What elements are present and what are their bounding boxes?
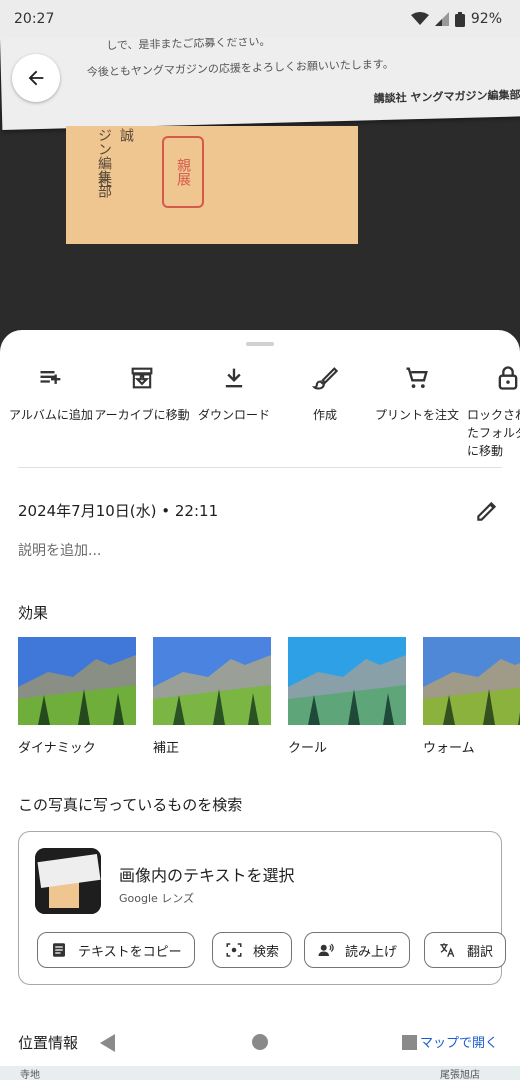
search-chip[interactable]: 検索 <box>212 932 293 968</box>
battery-icon <box>454 11 465 27</box>
lens-title: 画像内のテキストを選択 <box>119 866 295 885</box>
lock-icon <box>498 366 518 390</box>
system-nav-bar <box>0 1018 520 1066</box>
effect-thumbnail <box>153 637 271 725</box>
details-sheet: アルバムに追加 アーカイブに移動 ダウンロード 作成 プリントを注文 ロックされ… <box>0 330 520 1080</box>
move-to-locked-folder-button[interactable]: ロックされたフォルダに移動 <box>458 360 520 460</box>
description-field[interactable]: 説明を追加... <box>18 540 101 560</box>
lens-subtitle: Google レンズ <box>119 892 195 905</box>
effect-thumbnail <box>18 637 136 725</box>
status-time: 20:27 <box>14 11 55 27</box>
drag-handle[interactable] <box>246 342 274 346</box>
letter-paper: しで、是非またご応募ください。 今後ともヤングマガジンの応援をよろしくお願いいた… <box>0 38 520 130</box>
action-label: ダウンロード <box>197 408 270 422</box>
copy-text-icon <box>53 943 65 957</box>
seal-stamp: 親展 <box>162 136 204 208</box>
brush-icon <box>311 367 339 390</box>
translate-chip[interactable]: 翻訳 <box>424 932 507 968</box>
chip-label: テキストをコピー <box>78 944 182 960</box>
effect-thumbnail <box>288 637 406 725</box>
archive-button[interactable]: アーカイブに移動 <box>92 360 192 424</box>
signal-icon <box>434 12 449 26</box>
effect-dynamic[interactable]: ダイナミック <box>18 637 136 756</box>
add-to-album-button[interactable]: アルバムに追加 <box>1 360 101 424</box>
effect-cool[interactable]: クール <box>288 637 406 756</box>
wifi-icon <box>410 12 429 25</box>
effect-warm[interactable]: ウォーム <box>423 637 520 756</box>
read-aloud-icon <box>318 943 334 956</box>
action-label: アルバムに追加 <box>9 408 93 422</box>
chip-label: 検索 <box>253 944 280 960</box>
effect-label: クール <box>288 741 328 756</box>
photo-view[interactable]: しで、是非またご応募ください。 今後ともヤングマガジンの応援をよろしくお願いいた… <box>0 38 520 358</box>
effect-label: ウォーム <box>423 741 475 756</box>
map-label: 尾張旭店 <box>440 1070 480 1080</box>
effects-title: 効果 <box>18 604 49 622</box>
lens-search-icon <box>226 943 242 957</box>
status-bar: 20:27 92% <box>0 0 520 38</box>
copy-text-chip[interactable]: テキストをコピー <box>37 932 195 968</box>
action-row: アルバムに追加 アーカイブに移動 ダウンロード 作成 プリントを注文 ロックされ… <box>0 360 520 470</box>
envelope: 誠 ジン編集部 社 親展 <box>66 126 358 244</box>
action-label: プリントを注文 <box>374 408 459 422</box>
map-preview[interactable]: 寺地 尾張旭店 <box>0 1066 520 1080</box>
effect-label: ダイナミック <box>18 741 96 756</box>
back-button[interactable] <box>12 54 60 102</box>
create-button[interactable]: 作成 <box>275 360 375 424</box>
google-lens-card[interactable]: 画像内のテキストを選択 Google レンズ テキストをコピー 検索 読み上げ … <box>18 831 507 985</box>
effect-label: 補正 <box>153 741 180 756</box>
download-button[interactable]: ダウンロード <box>184 360 284 424</box>
letter-text-line: しで、是非またご応募ください。 <box>106 38 271 53</box>
action-label: アーカイブに移動 <box>94 408 190 422</box>
playlist-add-icon <box>40 371 61 384</box>
action-label: ロックされたフォルダに移動 <box>467 408 520 458</box>
status-icons: 92% <box>410 11 502 27</box>
chip-label: 読み上げ <box>345 944 398 960</box>
archive-icon <box>131 367 153 389</box>
letter-signature: 講談社 ヤングマガジン編集部 <box>373 88 520 106</box>
nav-recents-icon[interactable] <box>402 1035 417 1050</box>
action-label: 作成 <box>312 408 337 422</box>
nav-home-icon[interactable] <box>252 1034 268 1050</box>
envelope-text: 社 <box>96 174 112 188</box>
lens-section-title: この写真に写っているものを検索 <box>18 796 243 814</box>
battery-percent: 92% <box>470 11 502 27</box>
download-icon <box>225 368 243 388</box>
lens-thumbnail <box>35 848 101 914</box>
effect-enhance[interactable]: 補正 <box>153 637 271 756</box>
edit-pencil-icon[interactable] <box>474 498 500 524</box>
read-aloud-chip[interactable]: 読み上げ <box>304 932 411 968</box>
order-prints-button[interactable]: プリントを注文 <box>367 360 467 424</box>
arrow-back-icon <box>28 70 44 86</box>
effect-thumbnail <box>423 637 520 725</box>
envelope-text: 誠 <box>118 128 134 142</box>
divider <box>18 467 502 468</box>
translate-icon <box>440 943 455 958</box>
letter-text-line: 今後ともヤングマガジンの応援をよろしくお願いいたします。 <box>86 57 394 79</box>
nav-back-icon[interactable] <box>100 1034 115 1052</box>
chip-label: 翻訳 <box>467 944 494 960</box>
map-label: 寺地 <box>20 1070 40 1080</box>
photo-date: 2024年7月10日(水) • 22:11 <box>18 502 219 520</box>
cart-icon <box>406 367 428 389</box>
